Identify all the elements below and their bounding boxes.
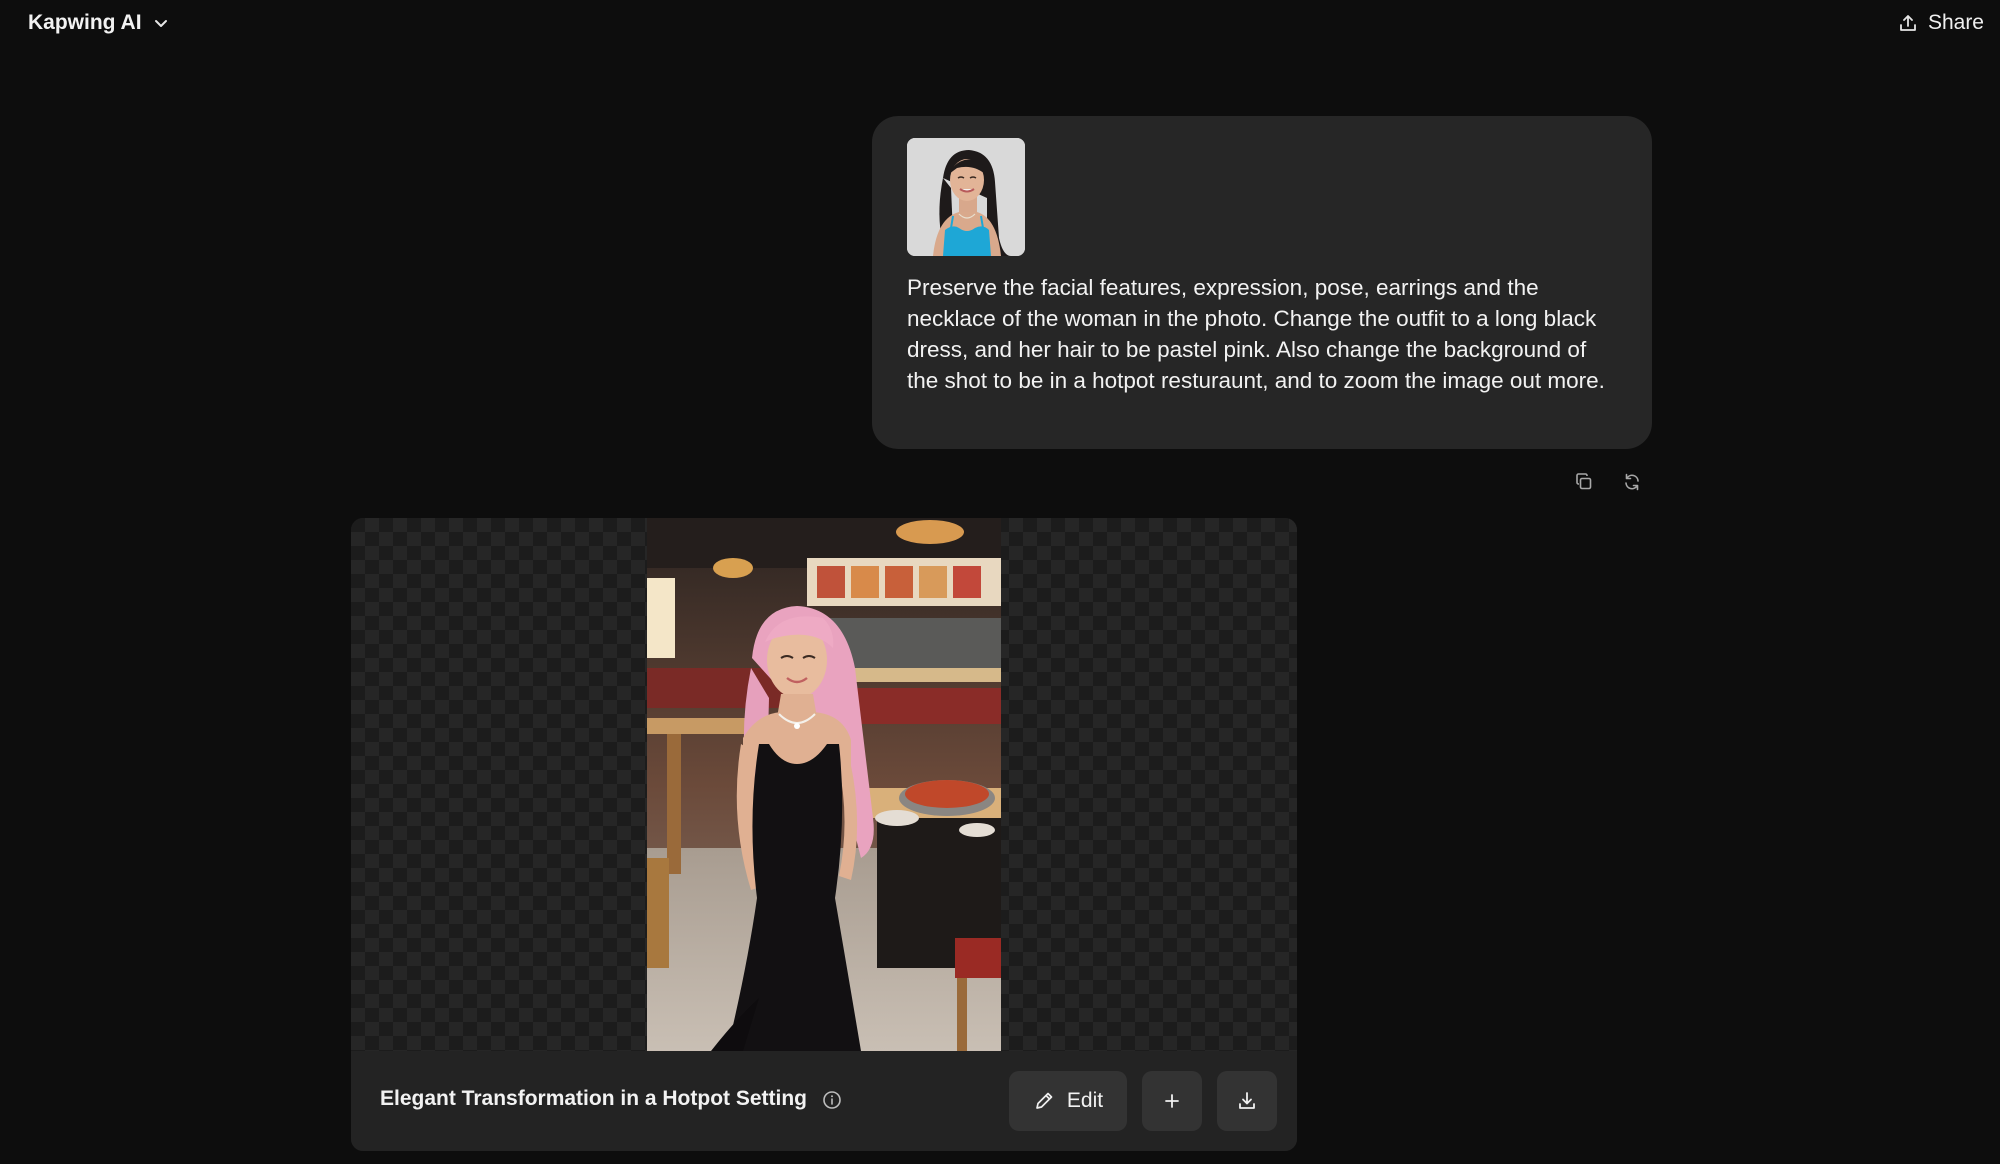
edit-label: Edit <box>1066 1089 1104 1112</box>
edit-button[interactable]: Edit <box>1009 1071 1127 1131</box>
app-title: Kapwing AI <box>28 11 142 34</box>
download-icon <box>1239 1092 1255 1109</box>
woman-portrait-image <box>907 138 1025 256</box>
download-button[interactable] <box>1217 1071 1277 1131</box>
regenerate-icon <box>1625 473 1639 491</box>
share-icon <box>1900 15 1916 31</box>
prompt-text: Preserve the facial features, expression… <box>907 275 1605 393</box>
chevron-down-icon <box>154 20 167 27</box>
share-button[interactable]: Share <box>1898 10 1984 36</box>
result-caption-bar: Elegant Transformation in a Hotpot Setti… <box>351 1051 1297 1151</box>
regenerate-button[interactable] <box>1620 470 1644 494</box>
user-message: Preserve the facial features, expression… <box>872 116 1652 449</box>
copy-button[interactable] <box>1572 470 1596 494</box>
plus-icon <box>1165 1094 1179 1108</box>
message-actions <box>1572 470 1644 494</box>
generated-image[interactable] <box>647 518 1001 1051</box>
hotpot-restaurant-portrait-image <box>647 518 1001 1051</box>
pencil-icon <box>1036 1092 1053 1109</box>
result-title: Elegant Transformation in a Hotpot Setti… <box>380 1087 808 1110</box>
top-bar: Kapwing AI Share <box>0 0 2000 46</box>
copy-icon <box>1576 473 1592 490</box>
info-icon[interactable] <box>821 1089 843 1111</box>
add-button[interactable] <box>1142 1071 1202 1131</box>
share-label: Share <box>1927 11 1984 34</box>
generated-result-card: Elegant Transformation in a Hotpot Setti… <box>351 518 1297 1151</box>
attachment-thumbnail[interactable] <box>907 138 1025 256</box>
app-switcher[interactable]: Kapwing AI <box>28 10 170 36</box>
